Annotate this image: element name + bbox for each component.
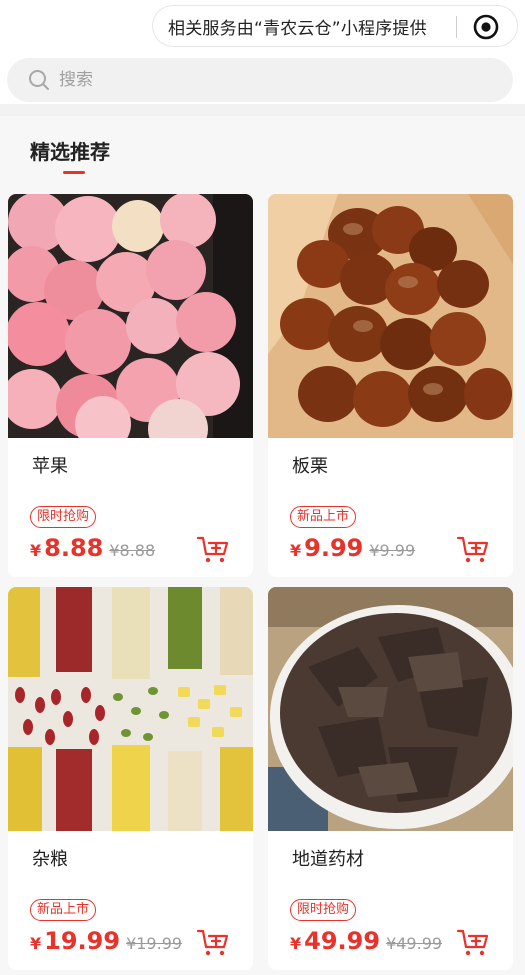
product-card-chestnut[interactable]: 板栗 新品上市 ¥ 9.99 ¥9.99 (268, 194, 513, 577)
product-image-herbs[interactable] (268, 587, 513, 831)
product-image-apples[interactable] (8, 194, 253, 438)
currency-symbol: ¥ (30, 541, 42, 560)
target-icon[interactable] (473, 14, 499, 40)
featured-section: 精选推荐 苹果 限时抢购 ¥ 8.88 ¥8.88 板栗 新品上市 ¥ 9.99… (0, 116, 525, 975)
search-input[interactable] (59, 70, 459, 90)
provider-text: 相关服务由“青农云仓”小程序提供 (168, 18, 427, 39)
product-image-chestnuts[interactable] (268, 194, 513, 438)
search-bar[interactable] (7, 58, 513, 102)
search-icon (29, 70, 49, 90)
price-value: 19.99 (44, 927, 121, 955)
price-value: 49.99 (304, 927, 381, 955)
product-name: 苹果 (32, 456, 68, 477)
price-value: 9.99 (304, 534, 364, 562)
add-to-cart-icon[interactable] (456, 927, 490, 957)
product-name: 杂粮 (32, 849, 68, 870)
price-row: ¥ 9.99 ¥9.99 (290, 534, 415, 562)
product-name: 板栗 (292, 456, 328, 477)
add-to-cart-icon[interactable] (456, 534, 490, 564)
add-to-cart-icon[interactable] (196, 534, 230, 564)
product-card-grains[interactable]: 杂粮 新品上市 ¥ 19.99 ¥19.99 (8, 587, 253, 970)
original-price: ¥9.99 (369, 541, 416, 560)
section-title-underline (63, 171, 85, 174)
provider-capsule[interactable]: 相关服务由“青农云仓”小程序提供 (152, 5, 518, 47)
product-image-grains[interactable] (8, 587, 253, 831)
price-value: 8.88 (44, 534, 104, 562)
product-card-apple[interactable]: 苹果 限时抢购 ¥ 8.88 ¥8.88 (8, 194, 253, 577)
promo-badge: 新品上市 (290, 506, 357, 528)
price-row: ¥ 8.88 ¥8.88 (30, 534, 155, 562)
product-card-herbs[interactable]: 地道药材 限时抢购 ¥ 49.99 ¥49.99 (268, 587, 513, 970)
promo-badge: 新品上市 (30, 899, 97, 921)
currency-symbol: ¥ (30, 934, 42, 953)
price-row: ¥ 19.99 ¥19.99 (30, 927, 182, 955)
original-price: ¥19.99 (126, 934, 183, 953)
currency-symbol: ¥ (290, 934, 302, 953)
currency-symbol: ¥ (290, 541, 302, 560)
product-name: 地道药材 (292, 849, 364, 870)
promo-badge: 限时抢购 (290, 899, 357, 921)
add-to-cart-icon[interactable] (196, 927, 230, 957)
promo-badge: 限时抢购 (30, 506, 97, 528)
original-price: ¥49.99 (386, 934, 443, 953)
top-bar: 相关服务由“青农云仓”小程序提供 (0, 0, 525, 104)
original-price: ¥8.88 (109, 541, 156, 560)
section-title: 精选推荐 (30, 140, 110, 164)
price-row: ¥ 49.99 ¥49.99 (290, 927, 442, 955)
capsule-divider (456, 16, 457, 38)
